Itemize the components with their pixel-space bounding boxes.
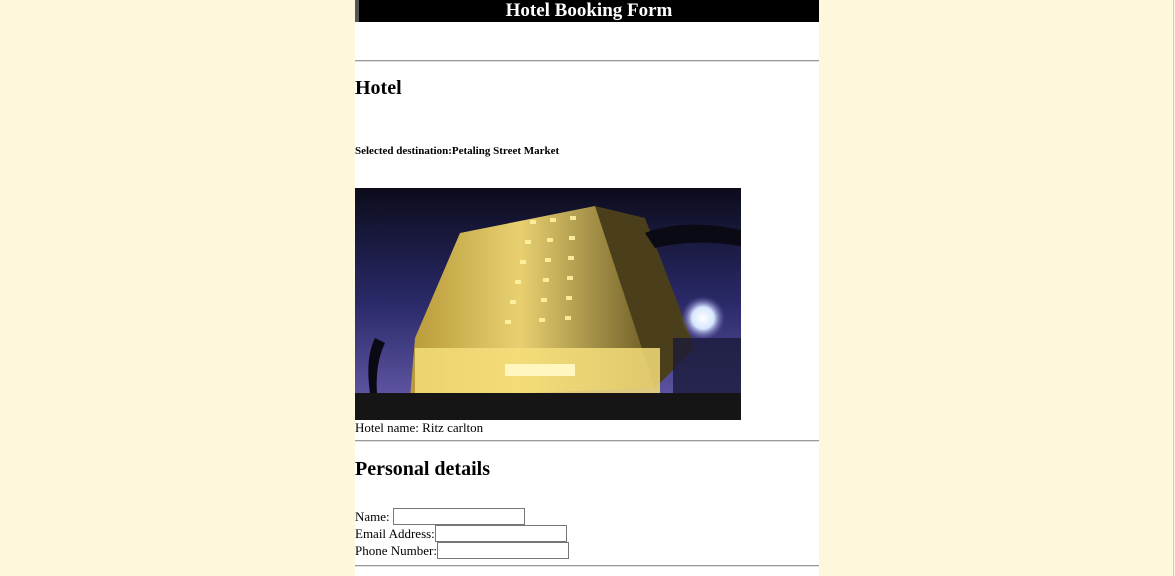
name-row: Name: [355, 508, 525, 525]
page-title: Hotel Booking Form [355, 0, 819, 22]
personal-details-title: Personal details [355, 458, 490, 480]
phone-row: Phone Number: [355, 542, 569, 559]
hotel-section-title: Hotel [355, 77, 402, 99]
window-edge [1173, 0, 1174, 576]
selected-destination: Selected destination:Petaling Street Mar… [355, 144, 559, 158]
email-row: Email Address: [355, 525, 567, 542]
divider [355, 440, 819, 442]
destination-label: Selected destination: [355, 145, 452, 157]
email-label: Email Address: [355, 526, 435, 541]
page: Hotel Booking Form Hotel Selected destin… [0, 0, 1175, 576]
divider [355, 565, 819, 567]
hotel-name: Hotel name: Ritz carlton [355, 420, 483, 436]
booking-form-column: Hotel Booking Form Hotel Selected destin… [355, 0, 819, 576]
name-label: Name: [355, 509, 390, 524]
destination-value: Petaling Street Market [451, 145, 560, 157]
hotel-name-value: Ritz carlton [422, 420, 484, 435]
phone-input[interactable] [436, 542, 569, 559]
divider [355, 60, 819, 62]
hotel-name-label: Hotel name: [355, 420, 419, 435]
hotel-photo [355, 188, 741, 420]
name-input[interactable] [392, 508, 525, 525]
email-input[interactable] [434, 525, 567, 542]
phone-label: Phone Number: [355, 543, 437, 558]
